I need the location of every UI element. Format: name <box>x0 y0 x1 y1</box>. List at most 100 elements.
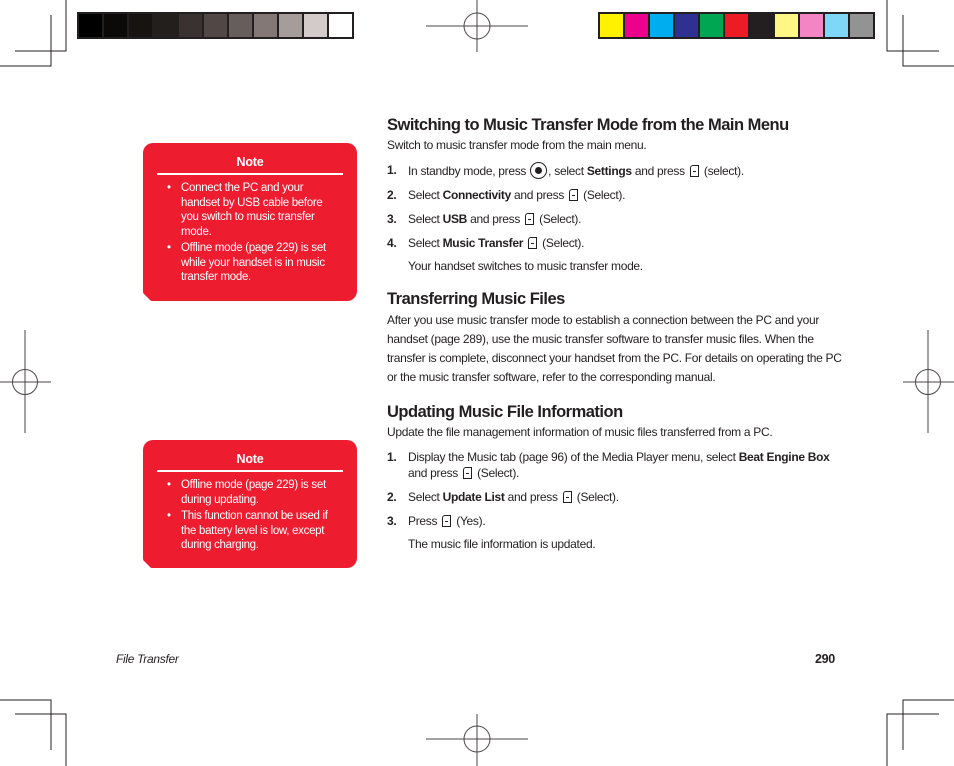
note-item: • This function cannot be used if the bat… <box>157 509 343 553</box>
menu-item-name: Settings <box>586 164 632 178</box>
note-item-text: This function cannot be used if the batt… <box>181 510 328 551</box>
menu-item-name: Music Transfer <box>442 236 524 250</box>
note-list: • Offline mode (page 229) is set during u… <box>157 478 343 553</box>
color-swatch <box>700 14 723 37</box>
step-text: and press <box>504 490 561 504</box>
crop-mark-bottom-left-outer <box>0 699 52 750</box>
section-intro: Update the file management information o… <box>387 425 773 439</box>
step-text: and press <box>511 188 568 202</box>
menu-item-name: Connectivity <box>442 188 512 202</box>
section-intro: Switch to music transfer mode from the m… <box>387 138 647 152</box>
step-text: (Select). <box>573 490 619 504</box>
gray-swatch <box>129 14 152 37</box>
crop-mark-bottom-right-inner <box>886 713 939 766</box>
crop-mark-top-left-inner <box>0 15 52 67</box>
softkey-icon <box>689 165 699 177</box>
bullet-icon: • <box>167 242 171 254</box>
softkey-icon <box>562 491 572 503</box>
step-item: 3. Select USB and press (Select). <box>387 211 847 227</box>
step-item: 2. Select Connectivity and press (Select)… <box>387 187 847 203</box>
color-swatch <box>825 14 848 37</box>
crop-mark-top-left-outer <box>15 0 67 52</box>
step-number: 3. <box>387 514 397 528</box>
note-title: Note <box>157 450 343 472</box>
gray-swatch <box>79 14 102 37</box>
crop-mark-bottom-left-inner <box>15 713 67 766</box>
softkey-icon <box>463 467 473 479</box>
step-number: 1. <box>387 163 397 177</box>
color-swatch <box>675 14 698 37</box>
crop-mark-top-right-inner <box>902 15 954 67</box>
step-text: and press <box>408 466 462 480</box>
gray-swatch <box>154 14 177 37</box>
step-number: 2. <box>387 490 397 504</box>
gray-swatch <box>204 14 227 37</box>
step-text: (select). <box>700 164 744 178</box>
center-key-icon <box>530 162 548 179</box>
steps-list: 1. In standby mode, press , select Settin… <box>387 162 847 251</box>
color-swatch <box>750 14 773 37</box>
step-text: Display the Music tab (page 96) of the M… <box>408 450 739 464</box>
note-list: • Connect the PC and your handset by USB … <box>157 181 343 285</box>
step-text: , select <box>548 164 587 178</box>
step-item: 1. Display the Music tab (page 96) of the… <box>387 449 847 481</box>
step-item: 2. Select Update List and press (Select). <box>387 489 847 505</box>
step-text: (Select). <box>539 236 585 250</box>
step-item: 1. In standby mode, press , select Settin… <box>387 162 847 179</box>
grayscale-color-bar <box>77 12 354 39</box>
color-swatch <box>600 14 623 37</box>
crop-mark-top-right-outer <box>886 0 939 52</box>
process-color-bar <box>598 12 875 39</box>
section-body: After you use music transfer mode to est… <box>387 313 842 384</box>
page-number: 290 <box>815 652 835 666</box>
bullet-icon: • <box>167 479 171 491</box>
color-swatch <box>800 14 823 37</box>
menu-item-name: USB <box>442 212 468 226</box>
note-title: Note <box>157 153 343 175</box>
note-box-updating: Note • Offline mode (page 229) is set dur… <box>143 440 357 568</box>
bullet-icon: • <box>167 510 171 522</box>
gray-swatch <box>179 14 202 37</box>
section-transferring-files: Transferring Music Files After you use m… <box>387 288 847 387</box>
gray-swatch <box>279 14 302 37</box>
note-item-text: Offline mode (page 229) is set during up… <box>181 479 326 506</box>
section-heading: Updating Music File Information <box>387 403 623 421</box>
softkey-icon <box>442 515 452 527</box>
softkey-icon <box>525 213 535 225</box>
gray-swatch <box>304 14 327 37</box>
color-swatch <box>625 14 648 37</box>
color-swatch <box>725 14 748 37</box>
note-item: • Offline mode (page 229) is set during u… <box>157 478 343 507</box>
step-text: (Select). <box>474 466 520 480</box>
section-switching-mode: Switching to Music Transfer Mode from th… <box>387 114 847 274</box>
step-number: 1. <box>387 450 397 464</box>
section-updating-info: Updating Music File Information Update t… <box>387 401 847 552</box>
step-text: (Select). <box>580 188 626 202</box>
step-number: 3. <box>387 212 397 226</box>
gray-swatch <box>104 14 127 37</box>
step-text: Press <box>408 514 441 528</box>
step-text: and press <box>467 212 524 226</box>
note-item-text: Connect the PC and your handset by USB c… <box>181 182 323 238</box>
step-text: In standby mode, press <box>408 164 530 178</box>
crop-mark-bottom-right-outer <box>902 699 954 750</box>
softkey-icon <box>569 189 579 201</box>
softkey-icon <box>528 237 538 249</box>
gray-swatch <box>254 14 277 37</box>
color-swatch <box>650 14 673 37</box>
main-content: Switching to Music Transfer Mode from th… <box>387 114 847 552</box>
gray-swatch <box>229 14 252 37</box>
step-text: (Select). <box>536 212 582 226</box>
step-result: The music file information is updated. <box>408 537 596 551</box>
step-text: Select <box>408 212 443 226</box>
step-number: 4. <box>387 236 397 250</box>
step-number: 2. <box>387 188 397 202</box>
step-text: Select <box>408 490 443 504</box>
note-box-music-transfer: Note • Connect the PC and your handset by… <box>143 143 357 301</box>
menu-item-name: Beat Engine Box <box>738 450 830 464</box>
section-heading: Transferring Music Files <box>387 290 565 308</box>
gray-swatch <box>329 14 352 37</box>
step-text: and press <box>631 164 688 178</box>
step-text <box>523 236 526 250</box>
step-text: Select <box>408 188 443 202</box>
